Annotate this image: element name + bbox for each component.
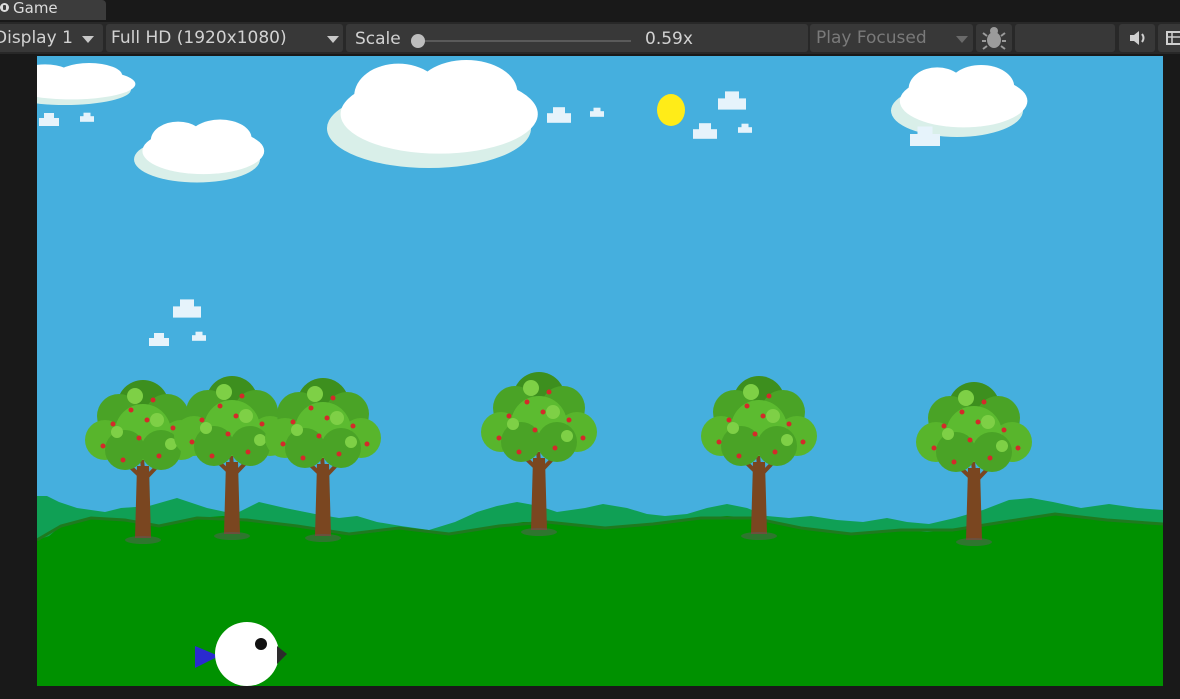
display-value: Display 1	[0, 28, 73, 48]
bug-button[interactable]	[976, 24, 1012, 52]
game-toolbar: Display 1 Full HD (1920x1080) Scale 0.59…	[0, 22, 1180, 54]
play-mode-dropdown[interactable]: Play Focused	[810, 24, 973, 52]
chevron-down-icon	[956, 36, 968, 43]
empty-slot	[1015, 24, 1115, 52]
bug-icon	[982, 27, 1006, 50]
bottom-bar	[0, 686, 1180, 699]
scale-label: Scale	[355, 29, 401, 49]
game-controller-icon	[0, 3, 9, 12]
stats-icon	[1166, 31, 1180, 45]
chevron-down-icon	[82, 36, 94, 43]
bird-body	[215, 622, 279, 686]
display-dropdown[interactable]: Display 1	[0, 24, 103, 52]
scale-value: 0.59x	[645, 29, 693, 49]
bird-eye	[255, 638, 267, 650]
game-viewport[interactable]	[37, 56, 1163, 686]
stats-button[interactable]	[1158, 24, 1180, 52]
scale-control: Scale 0.59x	[346, 24, 808, 52]
resolution-dropdown[interactable]: Full HD (1920x1080)	[106, 24, 343, 52]
sun	[657, 94, 685, 126]
tab-game[interactable]: Game	[0, 0, 106, 20]
chevron-down-icon	[327, 36, 339, 43]
resolution-value: Full HD (1920x1080)	[111, 28, 287, 48]
mute-audio-button[interactable]	[1119, 24, 1155, 52]
tab-bar: Game	[0, 0, 1180, 20]
tab-game-label: Game	[13, 0, 58, 17]
play-mode-value: Play Focused	[816, 28, 927, 48]
scale-slider-handle[interactable]	[411, 34, 425, 48]
audio-icon	[1130, 31, 1145, 45]
scale-slider-track[interactable]	[416, 40, 631, 42]
